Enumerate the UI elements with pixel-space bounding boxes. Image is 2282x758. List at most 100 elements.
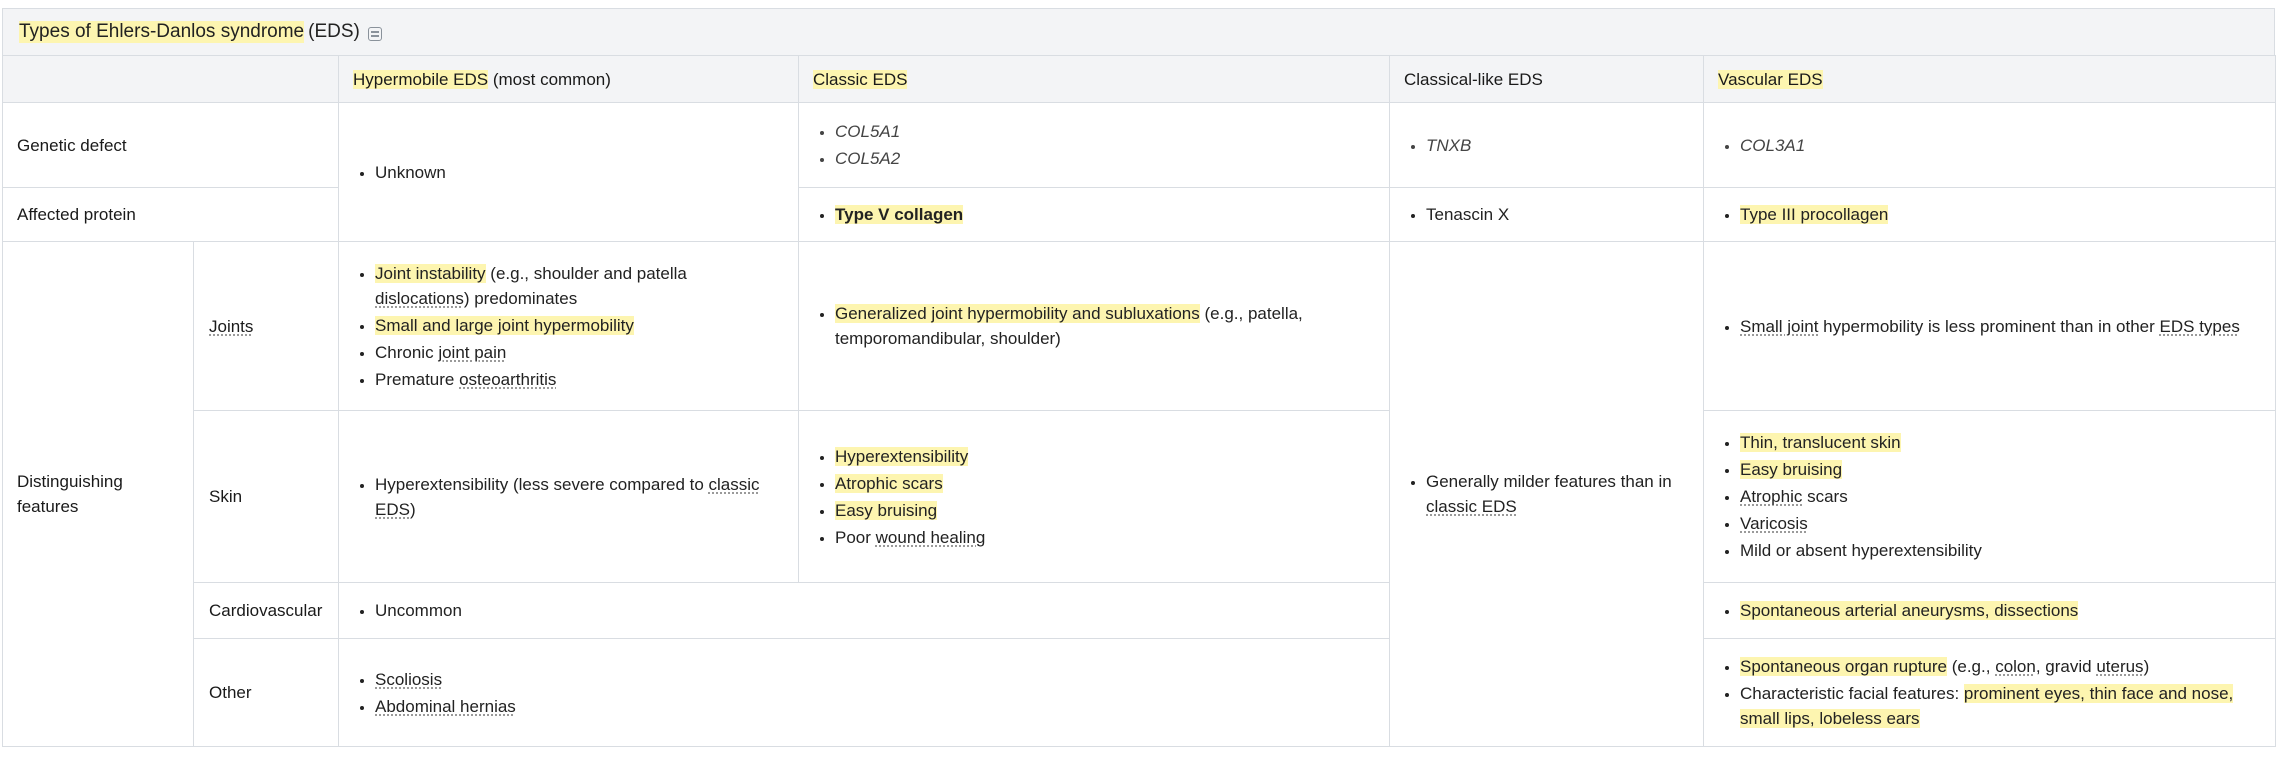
highlight-link[interactable]: Joint instability [375,263,486,283]
list-item: COL3A1 [1740,133,2261,158]
row-label-other: Other [193,638,339,747]
term-link[interactable]: Small joint [1740,317,1818,336]
list-item: Easy bruising [835,498,1375,523]
eds-types-table: Hypermobile EDS (most common) Classic ED… [2,55,2276,747]
term-link[interactable]: joint pain [438,343,506,362]
cell-vascular-skin: Thin, translucent skin Easy bruising Atr… [1703,410,2276,583]
cell-hypermobile-skin: Hyperextensibility (less severe compared… [338,410,799,583]
list-item: Spontaneous organ rupture (e.g., colon, … [1740,654,2261,679]
table-title-highlight[interactable]: Types of Ehlers-Danlos syndrome [19,21,305,43]
cell-other-common: Scoliosis Abdominal hernias [338,638,1390,747]
header-row: Hypermobile EDS (most common) Classic ED… [2,55,2276,103]
highlight-link[interactable]: Type III procollagen [1740,205,1889,224]
highlight-link[interactable]: Small and large joint hypermobility [375,315,634,335]
list-item: Spontaneous arterial aneurysms, dissecti… [1740,598,2261,623]
list-item: Unknown [375,160,784,185]
list-item: Hyperextensibility [835,444,1375,469]
cell-vascular-joints: Small joint hypermobility is less promin… [1703,241,2276,411]
table-title: Types of Ehlers-Danlos syndrome (EDS) [2,8,2275,55]
list-item: COL5A2 [835,146,1375,171]
list-item: Type V collagen [835,202,1375,227]
list-item: Uncommon [375,598,1375,623]
text: ) [2143,657,2150,676]
text: (e.g., [1947,657,1996,676]
highlight-link[interactable]: Easy bruising [835,500,938,520]
text: scars [1802,487,1848,506]
eds-table-container: Types of Ehlers-Danlos syndrome (EDS) Hy… [2,8,2276,747]
header-classic: Classic EDS [798,55,1390,103]
term-link[interactable]: EDS types [2160,317,2240,336]
highlight-link[interactable]: Easy bruising [1740,460,1843,479]
term-link[interactable]: Atrophic [1740,487,1802,506]
row-label-joints: Joints [193,241,339,411]
list-item: Hyperextensibility (less severe compared… [375,472,784,522]
text: Generally milder features than in [1426,472,1672,491]
cell-classic-protein: Type V collagen [798,187,1390,242]
list-item: Mild or absent hyperextensibility [1740,538,2261,563]
highlight-link[interactable]: Hyperextensibility [835,446,969,466]
list-item: Thin, translucent skin [1740,430,2261,455]
term-link[interactable]: osteoarthritis [459,370,556,389]
list-item: Type III procollagen [1740,202,2261,227]
highlight-link[interactable]: Type V collagen [835,205,964,224]
term-link[interactable]: classic EDS [1426,497,1517,516]
text: Premature [375,369,460,389]
term-link[interactable]: colon [1995,657,2036,676]
list-item: Premature osteoarthritis [375,367,784,392]
term-link[interactable]: dislocations [375,289,464,308]
list-item: COL5A1 [835,119,1375,144]
list-item: TNXB [1426,133,1689,158]
row-label-affected-protein: Affected protein [2,187,339,242]
list-item: Scoliosis [375,667,1375,692]
row-cardiovascular: Cardiovascular Uncommon Spontaneous arte… [3,582,2276,639]
text: Characteristic facial features: [1740,684,1964,703]
list-item: Poor wound healing [835,525,1375,550]
cell-hypermobile-joints: Joint instability (e.g., shoulder and pa… [338,241,799,411]
text: Chronic [375,342,439,362]
term-link[interactable]: wound healing [876,528,986,547]
text: ) predominates [463,288,578,308]
row-label-genetic-defect: Genetic defect [2,102,339,188]
header-empty [2,55,339,103]
list-item: Generalized joint hypermobility and subl… [835,301,1375,351]
cell-classical-like-genetic: TNXB [1389,102,1704,188]
term-link[interactable]: Scoliosis [375,670,442,689]
term-link[interactable]: Varicosis [1740,514,1808,533]
highlight-link[interactable]: Atrophic scars [835,473,943,493]
header-hypermobile: Hypermobile EDS (most common) [338,55,799,103]
header-vascular-link[interactable]: Vascular EDS [1718,69,1823,89]
note-icon[interactable] [367,27,382,41]
text: Hyperextensibility (less severe compared… [375,474,709,494]
highlight-link[interactable]: Spontaneous arterial aneurysms, dissecti… [1740,601,2079,620]
cell-vascular-protein: Type III procollagen [1703,187,2276,242]
cell-vascular-cardiovascular: Spontaneous arterial aneurysms, dissecti… [1703,582,2276,639]
term-link[interactable]: uterus [2096,657,2143,676]
row-joints: Distinguishing features Joints Joint ins… [2,241,2276,747]
cell-vascular-other: Spontaneous organ rupture (e.g., colon, … [1703,638,2276,747]
list-item: Abdominal hernias [375,694,1375,719]
header-classic-link[interactable]: Classic EDS [813,69,908,89]
header-classical-like: Classical-like EDS [1389,55,1704,103]
list-item: Varicosis [1740,511,2261,536]
table-title-rest: (EDS) [308,21,360,42]
term-link[interactable]: Abdominal hernias [375,697,516,716]
highlight-link[interactable]: Spontaneous organ rupture [1740,657,1947,676]
text: , gravid [2035,657,2097,676]
highlight-link[interactable]: Generalized joint hypermobility and subl… [835,304,1200,323]
text: hypermobility is less prominent than in … [1818,316,2160,336]
header-hypermobile-note: (most common) [492,69,611,89]
cell-cardiovascular-common: Uncommon [338,582,1390,639]
row-label-skin: Skin [193,410,339,583]
joints-link[interactable]: Joints [209,317,253,336]
highlight-link[interactable]: Thin, translucent skin [1740,433,1901,452]
row-label-cardiovascular: Cardiovascular [193,582,339,639]
header-hypermobile-link[interactable]: Hypermobile EDS [353,69,489,89]
cell-hypermobile-genetic: Unknown [338,102,799,242]
list-item: Atrophic scars [1740,484,2261,509]
list-item: Chronic joint pain [375,340,784,365]
row-genetic-defect: Genetic defect Unknown COL5A1 COL5A2 TNX… [2,102,2276,242]
list-item: Joint instability (e.g., shoulder and pa… [375,261,784,311]
list-item: Generally milder features than in classi… [1426,469,1689,519]
list-item: Small joint hypermobility is less promin… [1740,314,2261,339]
header-vascular: Vascular EDS [1703,55,2276,103]
